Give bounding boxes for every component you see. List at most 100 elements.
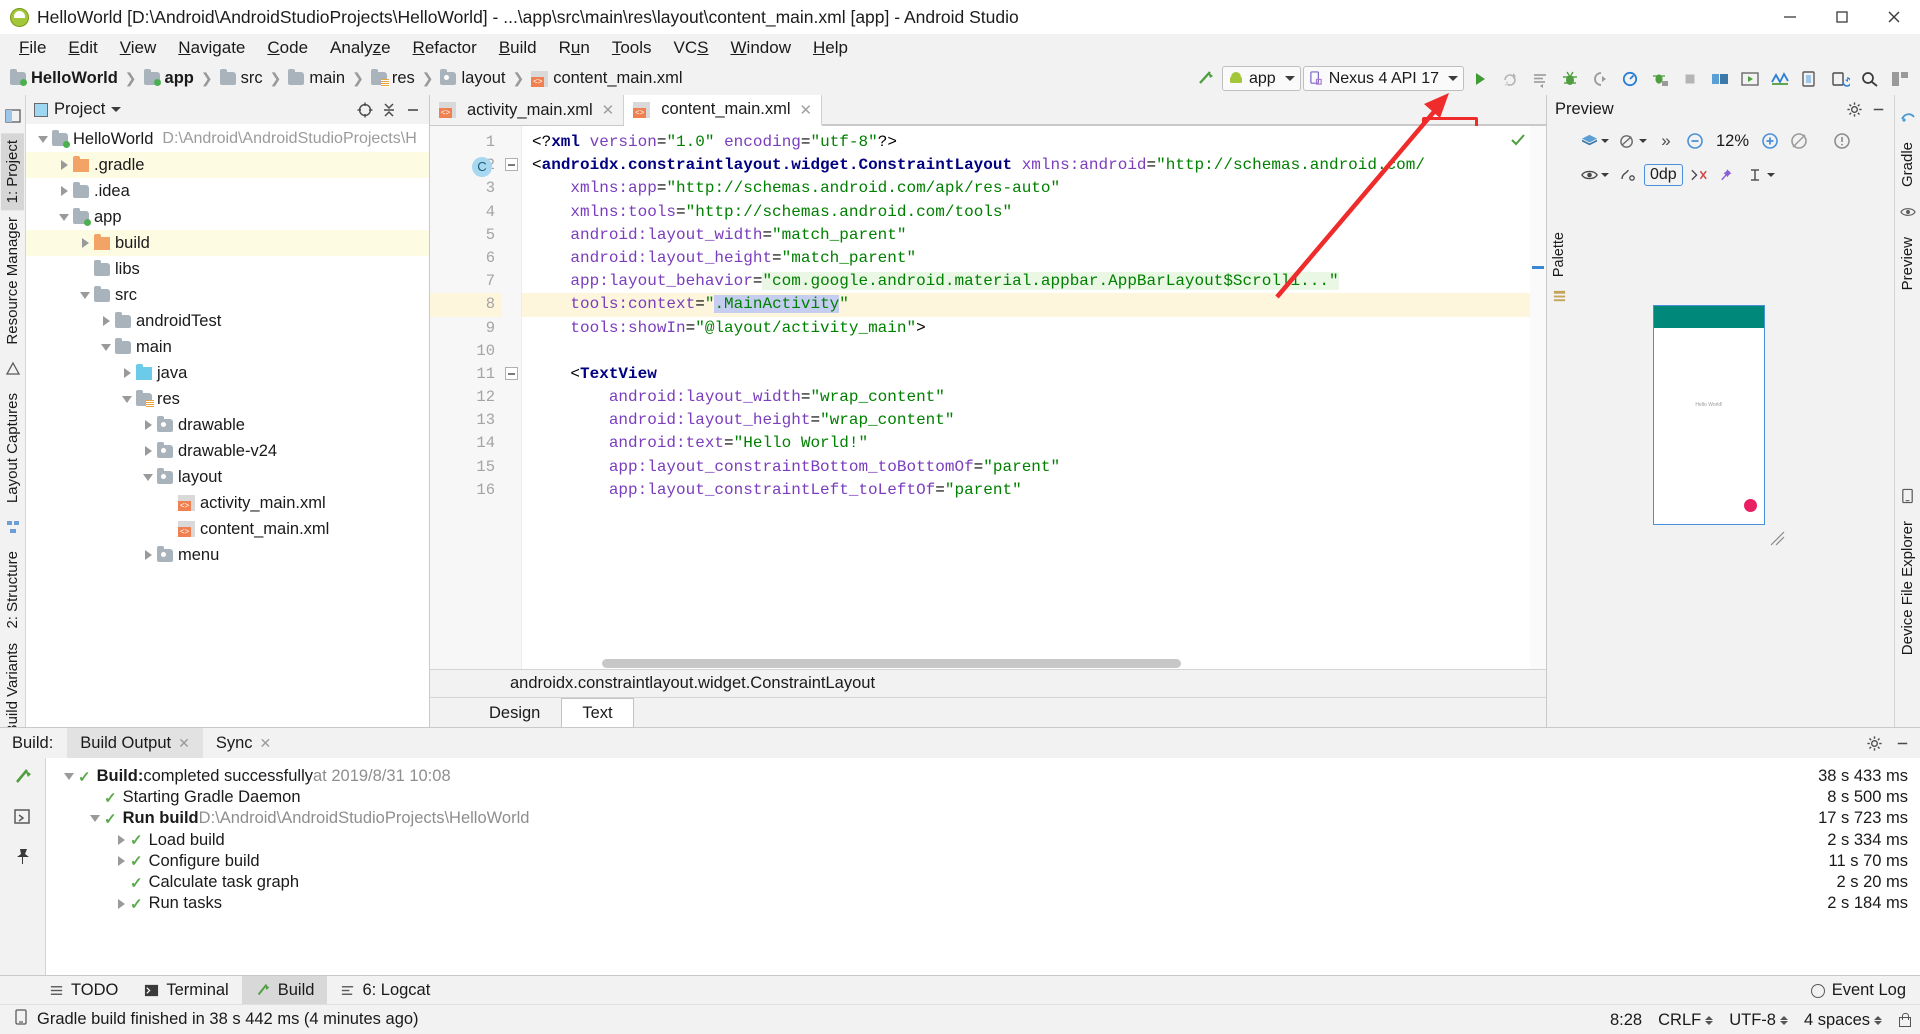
twisty[interactable]	[139, 550, 157, 560]
build-output-row[interactable]: ✓ Build: completed successfully at 2019/8…	[46, 766, 1770, 787]
debug-icon[interactable]	[1556, 65, 1584, 92]
run-icon[interactable]	[1466, 65, 1494, 92]
sidebar-item-preview[interactable]: Preview	[1896, 230, 1919, 297]
design-surface-icon[interactable]	[1577, 128, 1612, 154]
fold-marker-icon[interactable]	[505, 158, 518, 171]
maximize-button[interactable]	[1816, 0, 1868, 34]
build-output-tree[interactable]: ✓ Build: completed successfully at 2019/8…	[46, 758, 1770, 975]
caret-position[interactable]: 8:28	[1610, 1011, 1642, 1030]
breadcrumb-item-6[interactable]: content_main.xml	[553, 69, 682, 88]
line-number[interactable]: 15	[430, 456, 502, 479]
palette-label[interactable]: Palette	[1549, 226, 1569, 283]
tree-item[interactable]: menu	[26, 542, 429, 568]
line-number[interactable]: 9	[430, 317, 502, 340]
editor-fold-column[interactable]	[502, 126, 522, 669]
line-separator-selector[interactable]: CRLF	[1658, 1011, 1714, 1030]
twisty[interactable]	[139, 473, 157, 481]
default-margin-field[interactable]: 0dp	[1644, 164, 1683, 186]
stop-icon[interactable]	[1676, 65, 1704, 92]
project-panel-title-group[interactable]: Project	[34, 100, 122, 119]
tree-item[interactable]: content_main.xml	[26, 516, 429, 542]
tree-item[interactable]: HelloWorld D:\Android\AndroidStudioProjec…	[26, 126, 429, 152]
tab-design[interactable]: Design	[468, 698, 561, 727]
twisty-collapsed-icon[interactable]	[117, 898, 125, 909]
twisty-collapsed-icon[interactable]	[60, 186, 68, 196]
build-output-row[interactable]: ✓ Starting Gradle Daemon	[46, 787, 1770, 808]
apply-code-changes-icon[interactable]	[1526, 65, 1554, 92]
apply-changes-icon[interactable]: A	[1496, 65, 1524, 92]
menu-help[interactable]: Help	[802, 35, 859, 61]
line-number[interactable]: 13	[430, 409, 502, 432]
close-icon[interactable]: ✕	[178, 735, 190, 752]
line-number[interactable]: 4	[430, 201, 502, 224]
menu-run[interactable]: Run	[548, 35, 601, 61]
zoom-out-icon[interactable]	[1682, 128, 1708, 154]
more-options-icon[interactable]: »	[1653, 128, 1679, 154]
breadcrumb-item-2[interactable]: src	[241, 69, 263, 88]
hide-panel-icon[interactable]	[1866, 98, 1890, 122]
chevron-down-icon[interactable]	[1601, 139, 1609, 143]
code-text-area[interactable]: <?xml version="1.0" encoding="utf-8"?> <…	[522, 126, 1546, 669]
layout-editor-icon[interactable]	[1886, 65, 1914, 92]
line-number[interactable]: 12	[430, 386, 502, 409]
menu-window[interactable]: Window	[720, 35, 802, 61]
tree-item[interactable]: .idea	[26, 178, 429, 204]
gear-icon[interactable]	[1842, 98, 1866, 122]
sidebar-item-resource-manager[interactable]: Resource Manager	[1, 210, 24, 352]
visibility-icon[interactable]	[1577, 162, 1612, 188]
sidebar-item-device-file-explorer[interactable]: Device File Explorer	[1896, 514, 1919, 662]
issue-notification-icon[interactable]	[1829, 128, 1855, 154]
breadcrumb-item-1[interactable]: app	[165, 69, 194, 88]
menu-code[interactable]: Code	[256, 35, 319, 61]
rerun-build-icon[interactable]	[12, 766, 34, 793]
tree-item[interactable]: java	[26, 360, 429, 386]
tree-item[interactable]: src	[26, 282, 429, 308]
tree-item[interactable]: activity_main.xml	[26, 490, 429, 516]
twisty-collapsed-icon[interactable]	[144, 550, 152, 560]
editor-tab-content-main[interactable]: content_main.xml ✕	[624, 95, 823, 126]
collapse-all-icon[interactable]	[377, 98, 401, 122]
twisty-collapsed-icon[interactable]	[117, 835, 125, 846]
twisty[interactable]	[112, 835, 130, 846]
twisty[interactable]	[55, 160, 73, 170]
editor-tab-activity-main[interactable]: activity_main.xml ✕	[430, 95, 625, 125]
hide-panel-icon[interactable]	[401, 98, 425, 122]
menu-build[interactable]: Build	[488, 35, 548, 61]
twisty[interactable]	[97, 343, 115, 351]
close-icon[interactable]: ✕	[602, 101, 615, 119]
menu-refactor[interactable]: Refactor	[402, 35, 488, 61]
twisty[interactable]	[55, 186, 73, 196]
twisty-collapsed-icon[interactable]	[123, 368, 131, 378]
chevron-down-icon[interactable]	[111, 107, 122, 112]
toggle-view-icon[interactable]	[13, 807, 33, 832]
sync-tab[interactable]: Sync ✕	[203, 728, 284, 758]
chevron-down-icon[interactable]	[1639, 139, 1647, 143]
twisty-expanded-icon[interactable]	[80, 291, 90, 299]
menu-navigate[interactable]: Navigate	[167, 35, 256, 61]
breadcrumb-item-4[interactable]: res	[392, 69, 415, 88]
tree-item[interactable]: build	[26, 230, 429, 256]
zoom-to-fit-icon[interactable]	[1786, 128, 1812, 154]
component-tree-icon[interactable]	[1552, 289, 1567, 309]
twisty[interactable]	[97, 316, 115, 326]
device-selector[interactable]: Nexus 4 API 17	[1302, 66, 1464, 91]
editor-gutter[interactable]: 12345678910111213141516C	[430, 126, 502, 669]
tree-item[interactable]: androidTest	[26, 308, 429, 334]
build-output-tab[interactable]: Build Output ✕	[67, 728, 203, 758]
line-number[interactable]: 3	[430, 177, 502, 200]
twisty[interactable]	[76, 291, 94, 299]
line-number[interactable]: 10	[430, 340, 502, 363]
twisty-expanded-icon[interactable]	[38, 135, 48, 143]
auto-connect-icon[interactable]	[1615, 162, 1641, 188]
menu-vcs[interactable]: VCS	[663, 35, 720, 61]
close-icon[interactable]: ✕	[800, 101, 813, 119]
chevron-down-icon[interactable]	[1601, 173, 1609, 177]
menu-analyze[interactable]: Analyze	[319, 35, 402, 61]
twisty[interactable]	[139, 446, 157, 456]
line-number[interactable]: 7	[430, 270, 502, 293]
sidebar-item-structure[interactable]: 2: Structure	[1, 544, 24, 636]
guidelines-icon[interactable]	[1744, 162, 1778, 188]
tree-item[interactable]: main	[26, 334, 429, 360]
line-number[interactable]: 6	[430, 247, 502, 270]
hide-panel-icon[interactable]	[1890, 731, 1914, 755]
